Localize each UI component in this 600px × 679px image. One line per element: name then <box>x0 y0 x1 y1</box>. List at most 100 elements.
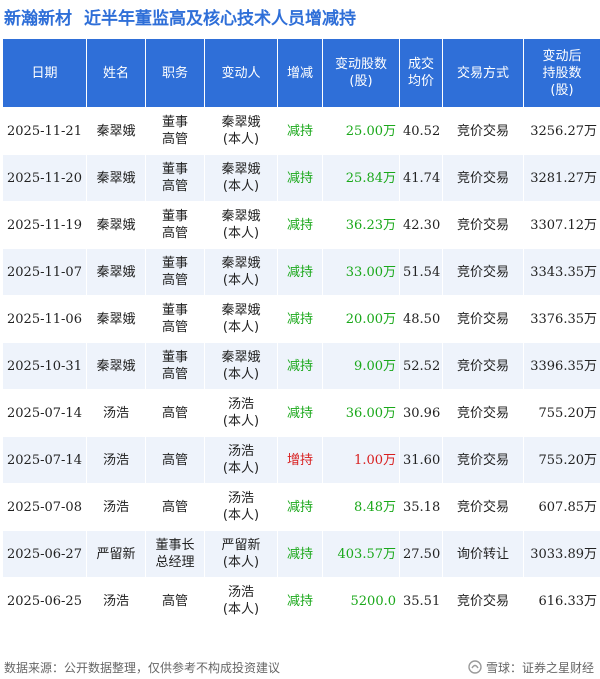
changer-cell: 汤浩 (本人) <box>205 390 277 436</box>
date-cell: 2025-11-21 <box>3 108 86 154</box>
date-cell: 2025-07-14 <box>3 390 86 436</box>
direction-cell: 减持 <box>278 296 322 342</box>
holding-after-cell: 607.85万 <box>524 484 600 530</box>
method-cell: 竞价交易 <box>443 296 523 342</box>
table-row: 2025-07-14 汤浩 高管 汤浩 (本人) 减持 36.00万 30.96 竞价交易 755… <box>3 390 600 436</box>
position-cell: 董事 高管 <box>146 249 204 295</box>
price-cell: 27.50 <box>400 531 442 577</box>
position-cell: 董事 高管 <box>146 343 204 389</box>
name-cell: 汤浩 <box>87 437 145 483</box>
direction-cell: 减持 <box>278 155 322 201</box>
snowball-icon <box>468 660 482 674</box>
shares-cell: 20.00万 <box>323 296 399 342</box>
shares-cell: 36.00万 <box>323 390 399 436</box>
method-cell: 竞价交易 <box>443 484 523 530</box>
column-header: 增减 <box>278 39 322 107</box>
changer-cell: 汤浩 (本人) <box>205 578 277 624</box>
holding-after-cell: 3396.35万 <box>524 343 600 389</box>
table-row: 2025-07-14 汤浩 高管 汤浩 (本人) 增持 1.00万 31.60 竞价交易 755.… <box>3 437 600 483</box>
position-cell: 董事 高管 <box>146 155 204 201</box>
date-cell: 2025-07-08 <box>3 484 86 530</box>
direction-cell: 减持 <box>278 484 322 530</box>
direction-cell: 增持 <box>278 437 322 483</box>
direction-cell: 减持 <box>278 578 322 624</box>
position-cell: 高管 <box>146 437 204 483</box>
date-cell: 2025-10-31 <box>3 343 86 389</box>
changer-cell: 汤浩 (本人) <box>205 484 277 530</box>
table-row: 2025-11-21 秦翠娥 董事 高管 秦翠娥 (本人) 减持 25.00万 40.52 竞价交… <box>3 108 600 154</box>
table-row: 2025-11-19 秦翠娥 董事 高管 秦翠娥 (本人) 减持 36.23万 42.30 竞价交… <box>3 202 600 248</box>
method-cell: 竞价交易 <box>443 437 523 483</box>
position-cell: 高管 <box>146 390 204 436</box>
method-cell: 竞价交易 <box>443 343 523 389</box>
changer-cell: 秦翠娥 (本人) <box>205 202 277 248</box>
shares-cell: 8.48万 <box>323 484 399 530</box>
date-cell: 2025-11-07 <box>3 249 86 295</box>
price-cell: 30.96 <box>400 390 442 436</box>
table-row: 2025-06-25 汤浩 高管 汤浩 (本人) 减持 5200.0 35.51 竞价交易 616… <box>3 578 600 624</box>
method-cell: 询价转让 <box>443 531 523 577</box>
method-cell: 竞价交易 <box>443 108 523 154</box>
changer-cell: 秦翠娥 (本人) <box>205 343 277 389</box>
column-header: 日期 <box>3 39 86 107</box>
price-cell: 40.52 <box>400 108 442 154</box>
date-cell: 2025-07-14 <box>3 437 86 483</box>
name-cell: 秦翠娥 <box>87 343 145 389</box>
holding-after-cell: 3033.89万 <box>524 531 600 577</box>
footer: 数据来源：公开数据整理，仅供参考不构成投资建议 雪球：证券之星财经 <box>0 656 600 678</box>
direction-cell: 减持 <box>278 202 322 248</box>
column-header: 姓名 <box>87 39 145 107</box>
direction-cell: 减持 <box>278 249 322 295</box>
holding-after-cell: 3376.35万 <box>524 296 600 342</box>
method-cell: 竞价交易 <box>443 390 523 436</box>
table-row: 2025-07-08 汤浩 高管 汤浩 (本人) 减持 8.48万 35.18 竞价交易 607.… <box>3 484 600 530</box>
table-row: 2025-11-20 秦翠娥 董事 高管 秦翠娥 (本人) 减持 25.84万 41.74 竞价交… <box>3 155 600 201</box>
company-name: 新瀚新材 <box>4 8 72 29</box>
direction-cell: 减持 <box>278 343 322 389</box>
method-cell: 竞价交易 <box>443 155 523 201</box>
method-cell: 竞价交易 <box>443 578 523 624</box>
data-source-note: 数据来源：公开数据整理，仅供参考不构成投资建议 <box>4 660 281 675</box>
shares-cell: 1.00万 <box>323 437 399 483</box>
table-row: 2025-11-07 秦翠娥 董事 高管 秦翠娥 (本人) 减持 33.00万 51.54 竞价交… <box>3 249 600 295</box>
method-cell: 竞价交易 <box>443 202 523 248</box>
position-cell: 高管 <box>146 484 204 530</box>
position-cell: 董事 高管 <box>146 202 204 248</box>
name-cell: 汤浩 <box>87 484 145 530</box>
changer-cell: 秦翠娥 (本人) <box>205 249 277 295</box>
holding-after-cell: 3343.35万 <box>524 249 600 295</box>
table-body: 2025-11-21 秦翠娥 董事 高管 秦翠娥 (本人) 减持 25.00万 40.52 竞价交… <box>3 108 600 624</box>
name-cell: 严留新 <box>87 531 145 577</box>
direction-cell: 减持 <box>278 390 322 436</box>
column-header: 成交 均价 <box>400 39 442 107</box>
price-cell: 52.52 <box>400 343 442 389</box>
date-cell: 2025-11-19 <box>3 202 86 248</box>
price-cell: 35.51 <box>400 578 442 624</box>
direction-cell: 减持 <box>278 108 322 154</box>
column-header: 交易方式 <box>443 39 523 107</box>
changer-cell: 汤浩 (本人) <box>205 437 277 483</box>
price-cell: 35.18 <box>400 484 442 530</box>
changer-cell: 秦翠娥 (本人) <box>205 155 277 201</box>
changer-cell: 秦翠娥 (本人) <box>205 296 277 342</box>
table-header-row: 日期 姓名 职务 变动人 增减 变动股数 (股) 成交 均价 交易方式 变动后 持股数 (股) <box>3 39 600 107</box>
table-row: 2025-11-06 秦翠娥 董事 高管 秦翠娥 (本人) 减持 20.00万 48.50 竞价交… <box>3 296 600 342</box>
brand: 雪球：证券之星财经 <box>468 659 594 676</box>
price-cell: 41.74 <box>400 155 442 201</box>
changer-cell: 严留新 (本人) <box>205 531 277 577</box>
holding-after-cell: 755.20万 <box>524 437 600 483</box>
holding-after-cell: 3256.27万 <box>524 108 600 154</box>
shares-cell: 403.57万 <box>323 531 399 577</box>
page-title: 近半年董监高及核心技术人员增减持 <box>84 8 356 29</box>
shares-cell: 5200.0 <box>323 578 399 624</box>
price-cell: 48.50 <box>400 296 442 342</box>
name-cell: 秦翠娥 <box>87 155 145 201</box>
shares-cell: 9.00万 <box>323 343 399 389</box>
name-cell: 汤浩 <box>87 578 145 624</box>
position-cell: 高管 <box>146 578 204 624</box>
position-cell: 董事 高管 <box>146 108 204 154</box>
shares-cell: 36.23万 <box>323 202 399 248</box>
date-cell: 2025-11-20 <box>3 155 86 201</box>
shares-cell: 25.00万 <box>323 108 399 154</box>
title-bar: 新瀚新材 近半年董监高及核心技术人员增减持 <box>0 0 600 32</box>
